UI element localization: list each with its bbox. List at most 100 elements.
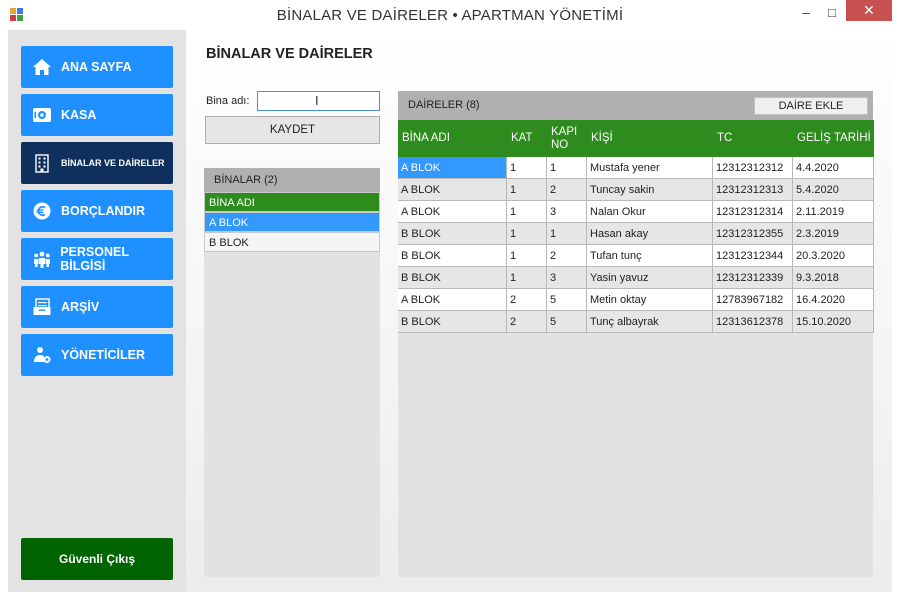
daireler-panel: DAİRELER (8) DAİRE EKLE BİNA ADI KAT KAP… <box>398 91 874 577</box>
nav-binalar-ve-daireler[interactable]: BİNALAR VE DAİRELER <box>21 142 173 184</box>
cell-kat[interactable]: 2 <box>507 311 547 333</box>
cell-kat[interactable]: 2 <box>507 289 547 311</box>
table-row[interactable]: A BLOK 2 5 Metin oktay 12783967182 16.4.2020 <box>398 289 874 311</box>
column-header-gelis-tarihi[interactable]: GELİŞ TARİHİ <box>793 120 874 157</box>
page-title: BİNALAR VE DAİRELER <box>206 46 373 62</box>
cell-bina-adi[interactable]: A BLOK <box>398 157 507 179</box>
binalar-row[interactable]: B BLOK <box>204 232 380 252</box>
column-header-kisi[interactable]: KİŞİ <box>587 120 713 157</box>
cell-tc[interactable]: 12312312339 <box>713 267 793 289</box>
cell-kisi[interactable]: Mustafa yener <box>587 157 713 179</box>
table-row[interactable]: B BLOK 1 1 Hasan akay 12312312355 2.3.2019 <box>398 223 874 245</box>
cell-gelis-tarihi[interactable]: 4.4.2020 <box>793 157 874 179</box>
cell-kisi[interactable]: Tuncay sakin <box>587 179 713 201</box>
nav-label: BİNALAR VE DAİRELER <box>61 158 165 168</box>
window-title: BİNALAR VE DAİRELER • APARTMAN YÖNETİMİ <box>276 7 624 24</box>
cell-tc[interactable]: 12313612378 <box>713 311 793 333</box>
table-row[interactable]: B BLOK 2 5 Tunç albayrak 12313612378 15.10.20… <box>398 311 874 333</box>
binalar-title: BİNALAR <box>214 174 262 186</box>
cell-gelis-tarihi[interactable]: 5.4.2020 <box>793 179 874 201</box>
cell-tc[interactable]: 12312312344 <box>713 245 793 267</box>
cell-kisi[interactable]: Tufan tunç <box>587 245 713 267</box>
nav-ana-sayfa[interactable]: ANA SAYFA <box>21 46 173 88</box>
nav-borclandir[interactable]: BORÇLANDIR <box>21 190 173 232</box>
people-icon <box>31 248 52 270</box>
cell-kapi-no[interactable]: 5 <box>547 311 587 333</box>
table-row[interactable]: B BLOK 1 3 Yasin yavuz 12312312339 9.3.2018 <box>398 267 874 289</box>
table-row[interactable]: A BLOK 1 1 Mustafa yener 12312312312 4.4.2020 <box>398 157 874 179</box>
binalar-header: BİNALAR (2) <box>204 168 380 192</box>
cell-kapi-no[interactable]: 3 <box>547 267 587 289</box>
exit-button[interactable]: Güvenli Çıkış <box>21 538 173 580</box>
cell-bina-adi[interactable]: A BLOK <box>398 201 507 223</box>
cell-tc[interactable]: 12312312312 <box>713 157 793 179</box>
column-header-tc[interactable]: TC <box>713 120 793 157</box>
cell-gelis-tarihi[interactable]: 2.11.2019 <box>793 201 874 223</box>
debt-icon <box>31 200 53 222</box>
cell-gelis-tarihi[interactable]: 16.4.2020 <box>793 289 874 311</box>
main-content: BİNALAR VE DAİRELER Bina adı: I KAYDET B… <box>186 30 892 592</box>
binalar-count: (2) <box>264 174 278 186</box>
building-icon <box>31 152 53 174</box>
binalar-column-header[interactable]: BİNA ADI <box>204 192 380 212</box>
cell-bina-adi[interactable]: A BLOK <box>398 289 507 311</box>
cell-tc[interactable]: 12312312355 <box>713 223 793 245</box>
cell-bina-adi[interactable]: B BLOK <box>398 311 507 333</box>
column-header-kapi-no[interactable]: KAPI NO <box>547 120 587 157</box>
daireler-count: (8) <box>466 99 480 111</box>
close-button[interactable]: ✕ <box>846 0 892 21</box>
kaydet-button[interactable]: KAYDET <box>205 116 380 144</box>
minimize-button[interactable]: – <box>793 0 819 24</box>
table-row[interactable]: A BLOK 1 2 Tuncay sakin 12312312313 5.4.2020 <box>398 179 874 201</box>
archive-icon <box>31 296 53 318</box>
cell-kapi-no[interactable]: 1 <box>547 223 587 245</box>
nav-arsiv[interactable]: ARŞİV <box>21 286 173 328</box>
cell-kat[interactable]: 1 <box>507 245 547 267</box>
cell-gelis-tarihi[interactable]: 20.3.2020 <box>793 245 874 267</box>
table-header-row: BİNA ADI KAT KAPI NO KİŞİ TC GELİŞ TARİH… <box>398 120 874 157</box>
cell-bina-adi[interactable]: B BLOK <box>398 245 507 267</box>
text-cursor-icon: I <box>315 93 319 108</box>
nav-kasa[interactable]: KASA <box>21 94 173 136</box>
daireler-header: DAİRELER (8) DAİRE EKLE <box>398 91 873 120</box>
column-header-bina-adi[interactable]: BİNA ADI <box>398 120 507 157</box>
cell-kapi-no[interactable]: 3 <box>547 201 587 223</box>
title-bar: BİNALAR VE DAİRELER • APARTMAN YÖNETİMİ … <box>0 0 900 30</box>
nav-label: KASA <box>61 108 97 122</box>
cell-bina-adi[interactable]: B BLOK <box>398 223 507 245</box>
cell-kat[interactable]: 1 <box>507 201 547 223</box>
admin-icon <box>31 344 53 366</box>
nav-yoneticiler[interactable]: YÖNETİCİLER <box>21 334 173 376</box>
table-row[interactable]: A BLOK 1 3 Nalan Okur 12312312314 2.11.2019 <box>398 201 874 223</box>
maximize-button[interactable]: □ <box>819 0 845 24</box>
cell-gelis-tarihi[interactable]: 15.10.2020 <box>793 311 874 333</box>
cell-tc[interactable]: 12783967182 <box>713 289 793 311</box>
cell-kisi[interactable]: Nalan Okur <box>587 201 713 223</box>
cell-kat[interactable]: 1 <box>507 179 547 201</box>
binalar-row[interactable]: A BLOK <box>204 212 380 232</box>
binalar-panel: BİNALAR (2) BİNA ADI A BLOK B BLOK <box>204 168 380 577</box>
cell-kisi[interactable]: Hasan akay <box>587 223 713 245</box>
daireler-title: DAİRELER <box>408 99 464 111</box>
cell-gelis-tarihi[interactable]: 2.3.2019 <box>793 223 874 245</box>
cell-kapi-no[interactable]: 2 <box>547 179 587 201</box>
cell-kapi-no[interactable]: 1 <box>547 157 587 179</box>
cell-bina-adi[interactable]: B BLOK <box>398 267 507 289</box>
nav-label: YÖNETİCİLER <box>61 348 146 362</box>
table-row[interactable]: B BLOK 1 2 Tufan tunç 12312312344 20.3.2020 <box>398 245 874 267</box>
cell-tc[interactable]: 12312312314 <box>713 201 793 223</box>
cell-kisi[interactable]: Metin oktay <box>587 289 713 311</box>
cell-kapi-no[interactable]: 5 <box>547 289 587 311</box>
cell-kat[interactable]: 1 <box>507 223 547 245</box>
cell-bina-adi[interactable]: A BLOK <box>398 179 507 201</box>
cell-tc[interactable]: 12312312313 <box>713 179 793 201</box>
cell-kat[interactable]: 1 <box>507 157 547 179</box>
cell-kapi-no[interactable]: 2 <box>547 245 587 267</box>
cell-kisi[interactable]: Yasin yavuz <box>587 267 713 289</box>
nav-personel-bilgisi[interactable]: PERSONEL BİLGİSİ <box>21 238 173 280</box>
cell-gelis-tarihi[interactable]: 9.3.2018 <box>793 267 874 289</box>
daire-ekle-button[interactable]: DAİRE EKLE <box>754 97 868 115</box>
cell-kisi[interactable]: Tunç albayrak <box>587 311 713 333</box>
column-header-kat[interactable]: KAT <box>507 120 547 157</box>
cell-kat[interactable]: 1 <box>507 267 547 289</box>
